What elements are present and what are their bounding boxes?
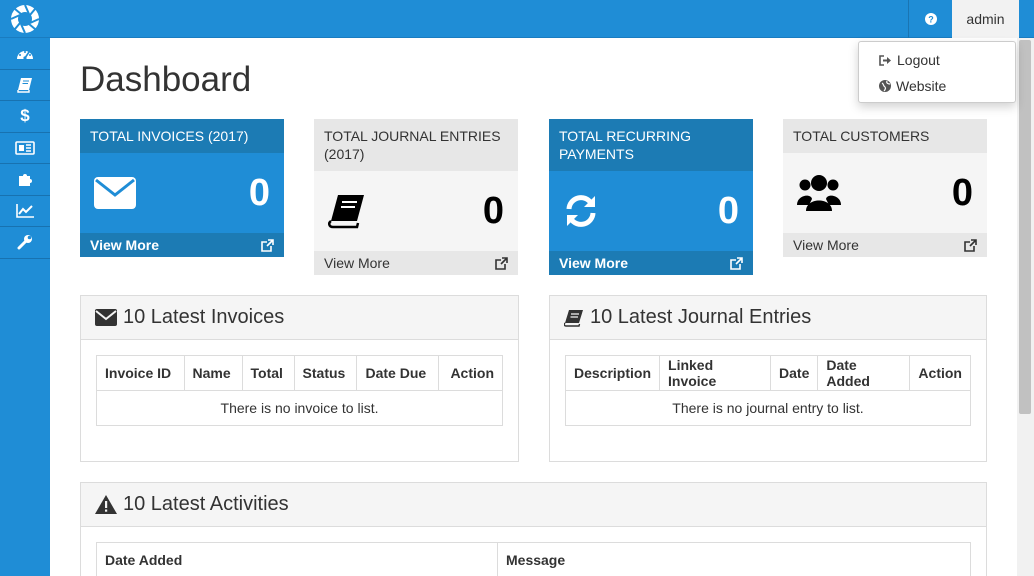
column-header[interactable]: Message: [497, 542, 971, 576]
table-header-row: Invoice ID Name Total Status Date Due Ac…: [96, 355, 503, 391]
view-more-label: View More: [324, 255, 390, 271]
sidebar-item-payments[interactable]: $: [0, 101, 50, 133]
globe-icon: [879, 80, 891, 92]
users-icon: [797, 175, 841, 211]
card-title: TOTAL RECURRING PAYMENTS: [549, 119, 753, 171]
user-menu-button[interactable]: admin: [952, 0, 1019, 38]
sign-out-icon: [879, 54, 891, 66]
card-value: 0: [482, 189, 504, 232]
question-circle-icon: ?: [924, 13, 937, 25]
panel-heading: 10 Latest Journal Entries: [550, 296, 986, 340]
logout-label: Logout: [897, 52, 940, 68]
stat-card-customers: TOTAL CUSTOMERS 0 View More: [783, 119, 987, 257]
app-logo[interactable]: [0, 0, 50, 38]
sidebar-item-journal[interactable]: [0, 70, 50, 101]
view-more-label: View More: [559, 255, 628, 271]
card-value: 0: [717, 189, 739, 232]
card-value: 0: [951, 171, 973, 214]
website-label: Website: [896, 78, 947, 94]
table-header-row: Description Linked Invoice Date Date Add…: [564, 355, 971, 391]
view-more-link[interactable]: View More: [549, 251, 753, 275]
logo-icon: [10, 4, 40, 34]
invoices-table: Invoice ID Name Total Status Date Due Ac…: [96, 355, 503, 426]
column-header[interactable]: Date: [770, 355, 819, 391]
user-name: admin: [966, 11, 1005, 27]
svg-text:?: ?: [928, 15, 934, 25]
panel-title: 10 Latest Journal Entries: [590, 306, 812, 328]
column-header[interactable]: Description: [564, 355, 661, 391]
sidebar-item-dashboard[interactable]: [0, 38, 50, 70]
column-header[interactable]: Total: [241, 355, 295, 391]
column-header[interactable]: Date Added: [96, 542, 498, 576]
warning-icon: [95, 495, 117, 514]
sidebar-item-plugins[interactable]: [0, 164, 50, 196]
card-title: TOTAL INVOICES (2017): [80, 119, 284, 153]
column-header[interactable]: Invoice ID: [96, 355, 185, 391]
column-header[interactable]: Action: [909, 355, 971, 391]
book-icon: [17, 77, 32, 93]
sidebar-item-invoices[interactable]: [0, 133, 50, 164]
journal-table: Description Linked Invoice Date Date Add…: [564, 355, 971, 426]
column-header[interactable]: Status: [293, 355, 358, 391]
book-icon: [564, 309, 583, 327]
sidebar: $: [0, 38, 50, 576]
website-menu-item[interactable]: Website: [859, 73, 1015, 99]
envelope-icon: [95, 309, 117, 326]
help-button[interactable]: ?: [908, 0, 952, 38]
panel-title: 10 Latest Activities: [123, 493, 289, 515]
card-value: 0: [248, 171, 270, 214]
view-more-label: View More: [793, 237, 859, 253]
card-body: 0: [783, 153, 987, 233]
puzzle-icon: [19, 174, 32, 187]
book-icon: [328, 195, 364, 229]
card-body: 0: [80, 153, 284, 233]
table-row: There is no journal entry to list.: [565, 390, 971, 426]
logout-menu-item[interactable]: Logout: [859, 47, 1015, 73]
column-header[interactable]: Linked Invoice: [659, 355, 772, 391]
dollar-icon: $: [20, 106, 30, 126]
view-more-link[interactable]: View More: [783, 233, 987, 257]
refresh-icon: [566, 195, 596, 227]
table-header-row: Date Added Message: [96, 542, 971, 576]
stat-card-invoices: TOTAL INVOICES (2017) 0 View More: [80, 119, 284, 257]
newspaper-icon: [15, 140, 35, 155]
column-header[interactable]: Name: [183, 355, 243, 391]
column-header[interactable]: Date Due: [356, 355, 440, 391]
top-navbar: ? admin: [0, 0, 1034, 38]
card-title: TOTAL JOURNAL ENTRIES (2017): [314, 119, 518, 171]
card-title: TOTAL CUSTOMERS: [783, 119, 987, 153]
stat-card-journal-entries: TOTAL JOURNAL ENTRIES (2017) 0 View More: [314, 119, 518, 275]
sidebar-item-settings[interactable]: [0, 227, 50, 259]
latest-journal-entries-panel: 10 Latest Journal Entries Description Li…: [549, 295, 987, 462]
external-link-icon: [261, 238, 274, 252]
view-more-link[interactable]: View More: [314, 251, 518, 275]
empty-message: There is no journal entry to list.: [565, 390, 971, 426]
sidebar-item-reports[interactable]: [0, 196, 50, 227]
panel-heading: 10 Latest Activities: [81, 483, 986, 527]
dashboard-icon: [17, 51, 33, 60]
empty-message: There is no invoice to list.: [96, 390, 503, 426]
envelope-icon: [94, 177, 136, 209]
card-body: 0: [314, 171, 518, 251]
external-link-icon: [964, 238, 977, 252]
latest-activities-panel: 10 Latest Activities Date Added Message: [80, 482, 987, 576]
panel-heading: 10 Latest Invoices: [81, 296, 518, 340]
table-row: There is no invoice to list.: [96, 390, 503, 426]
view-more-label: View More: [90, 237, 159, 253]
activities-table: Date Added Message: [96, 542, 971, 576]
latest-invoices-panel: 10 Latest Invoices Invoice ID Name Total…: [80, 295, 519, 462]
card-body: 0: [549, 171, 753, 251]
user-dropdown-menu: Logout Website: [858, 41, 1016, 103]
scrollbar-thumb[interactable]: [1019, 40, 1031, 414]
column-header[interactable]: Date Added: [817, 355, 911, 391]
wrench-icon: [17, 235, 32, 250]
stat-card-recurring-payments: TOTAL RECURRING PAYMENTS 0 View More: [549, 119, 753, 275]
external-link-icon: [730, 256, 743, 270]
column-header[interactable]: Action: [438, 355, 503, 391]
panel-title: 10 Latest Invoices: [123, 306, 285, 328]
page-title: Dashboard: [80, 60, 252, 99]
line-chart-icon: [16, 203, 34, 218]
external-link-icon: [495, 256, 508, 270]
view-more-link[interactable]: View More: [80, 233, 284, 257]
